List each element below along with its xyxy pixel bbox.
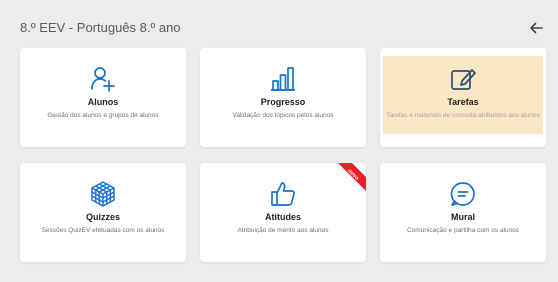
thumbs-up-icon xyxy=(269,180,297,208)
new-badge: novo xyxy=(326,163,366,203)
chat-icon xyxy=(449,180,477,208)
cube-icon xyxy=(89,180,117,208)
card-atitudes[interactable]: novo Atitudes Atribuição de mérito aos a… xyxy=(200,163,366,262)
card-label: Tarefas xyxy=(447,97,479,107)
card-description: Comunicação e partilha com os alunos xyxy=(406,227,519,234)
card-label: Atitudes xyxy=(265,212,301,222)
card-description: Tarefas e materiais de consulta atribuíd… xyxy=(386,112,540,119)
card-label: Quizzes xyxy=(85,212,120,222)
card-alunos[interactable]: Alunos Gestão dos alunos e grupos de alu… xyxy=(20,48,186,147)
bar-chart-icon xyxy=(269,65,297,93)
card-description: Atribuição de mérito aos alunos xyxy=(237,227,329,234)
card-progresso[interactable]: Progresso Validação dos tópicos pelos al… xyxy=(200,48,366,147)
card-description: Validação dos tópicos pelos alunos xyxy=(232,112,334,119)
arrow-left-icon[interactable] xyxy=(527,19,545,37)
edit-icon xyxy=(449,65,477,93)
card-tarefas[interactable]: Tarefas Tarefas e materiais de consulta … xyxy=(380,48,546,147)
page-header: 8.º EEV - Português 8.º ano xyxy=(0,0,558,48)
card-quizzes[interactable]: Quizzes Sessões QuizEV efetuadas com os … xyxy=(20,163,186,262)
card-description: Sessões QuizEV efetuadas com os alunos xyxy=(41,227,165,234)
card-label: Mural xyxy=(450,212,475,222)
card-label: Alunos xyxy=(87,97,119,107)
card-description: Gestão dos alunos e grupos de alunos xyxy=(47,112,159,119)
page-title: 8.º EEV - Português 8.º ano xyxy=(20,20,181,35)
user-add-icon xyxy=(89,65,117,93)
card-label: Progresso xyxy=(260,97,306,107)
card-mural[interactable]: Mural Comunicação e partilha com os alun… xyxy=(380,163,546,262)
